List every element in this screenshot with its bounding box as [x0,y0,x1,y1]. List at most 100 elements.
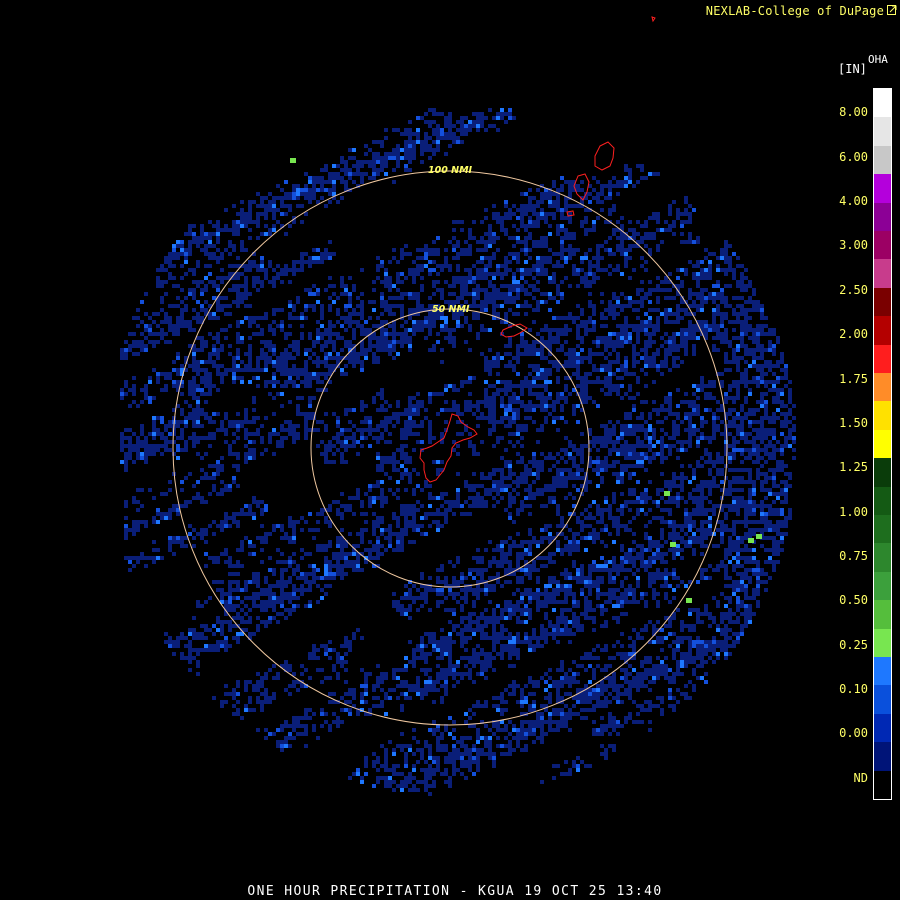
echo-pixel [268,200,272,204]
echo-pixel [556,188,560,192]
echo-pixel [576,368,580,372]
echo-pixel [384,420,388,424]
echo-pixel [276,392,280,396]
echo-pixel [572,348,576,352]
echo-pixel [736,388,740,392]
echo-pixel [688,424,692,428]
echo-pixel [660,428,664,432]
echo-pixel [728,320,732,324]
echo-pixel [144,384,148,388]
echo-pixel [580,336,584,340]
echo-pixel [760,364,764,368]
echo-pixel [224,224,228,228]
echo-pixel [696,304,700,308]
echo-pixel [692,408,696,412]
echo-pixel [228,352,232,356]
echo-pixel [556,368,560,372]
echo-pixel [740,468,744,472]
echo-pixel [368,444,372,448]
echo-pixel [460,292,464,296]
echo-pixel [780,392,784,396]
echo-pixel [176,328,180,332]
echo-pixel [276,432,280,436]
echo-pixel [492,504,496,508]
echo-pixel [216,316,220,320]
echo-pixel [620,396,624,400]
echo-pixel [788,420,792,424]
echo-pixel [204,360,208,364]
echo-pixel [144,312,148,316]
echo-pixel [596,440,600,444]
echo-pixel [228,344,232,348]
echo-pixel [156,372,160,376]
echo-pixel [452,228,456,232]
echo-pixel [312,308,316,312]
echo-pixel [648,416,652,420]
echo-pixel [436,288,440,292]
echo-pixel [380,344,384,348]
echo-pixel [540,468,544,472]
echo-pixel [228,288,232,292]
echo-pixel [528,492,532,496]
echo-pixel [360,328,364,332]
echo-pixel [624,332,628,336]
echo-pixel [344,372,348,376]
echo-pixel [428,396,432,400]
echo-pixel [348,504,352,508]
echo-pixel [276,368,280,372]
echo-pixel [624,468,628,472]
echo-pixel [548,344,552,348]
echo-pixel [224,432,228,436]
echo-pixel [356,452,360,456]
echo-pixel [312,304,316,308]
echo-pixel [432,320,436,324]
echo-pixel [512,116,516,120]
echo-pixel [680,280,684,284]
echo-pixel [196,384,200,388]
echo-pixel [504,264,508,268]
echo-pixel [668,208,672,212]
echo-pixel [380,464,384,468]
echo-pixel [468,376,472,380]
echo-pixel [508,388,512,392]
echo-pixel [580,476,584,480]
echo-pixel [236,436,240,440]
echo-pixel [480,236,484,240]
echo-pixel [700,376,704,380]
echo-pixel [692,500,696,504]
echo-pixel [256,288,260,292]
echo-pixel [332,500,336,504]
echo-pixel [672,496,676,500]
echo-pixel [304,368,308,372]
echo-pixel [356,496,360,500]
echo-pixel [260,264,264,268]
echo-pixel [584,508,588,512]
echo-pixel [352,436,356,440]
echo-pixel [304,252,308,256]
echo-pixel [312,176,316,180]
echo-pixel [584,208,588,212]
echo-pixel [664,444,668,448]
echo-pixel [312,188,316,192]
echo-pixel [468,440,472,444]
echo-pixel [328,296,332,300]
echo-pixel [376,480,380,484]
echo-pixel [164,320,168,324]
echo-pixel [456,444,460,448]
echo-pixel [668,340,672,344]
echo-pixel [472,500,476,504]
echo-pixel [616,332,620,336]
echo-pixel [528,256,532,260]
echo-pixel [200,236,204,240]
echo-pixel [244,212,248,216]
echo-pixel [412,156,416,160]
echo-pixel [784,488,788,492]
echo-pixel [456,432,460,436]
echo-pixel [528,472,532,476]
echo-pixel [488,272,492,276]
echo-pixel [328,324,332,328]
echo-pixel [264,416,268,420]
echo-pixel [548,396,552,400]
echo-pixel [404,412,408,416]
echo-pixel [468,488,472,492]
